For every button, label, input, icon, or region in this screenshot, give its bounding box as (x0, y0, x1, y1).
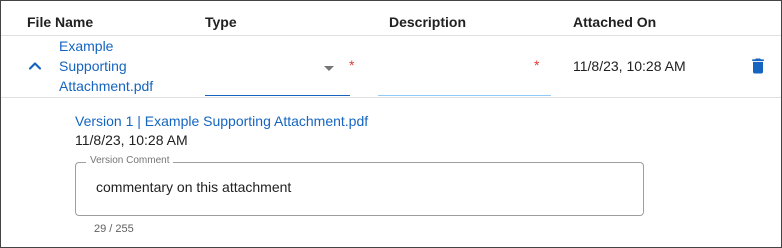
character-counter: 29 / 255 (94, 223, 134, 235)
header-type: Type (205, 14, 237, 30)
description-input[interactable] (378, 41, 551, 96)
chevron-up-icon[interactable] (25, 56, 45, 76)
trash-icon[interactable] (748, 56, 768, 76)
version-comment-label: Version Comment (86, 155, 174, 166)
row-divider (1, 97, 781, 98)
type-required-marker: * (349, 57, 355, 73)
dropdown-arrow-icon (324, 66, 334, 71)
header-file-name: File Name (27, 14, 94, 30)
header-attached-on: Attached On (573, 14, 657, 30)
file-name-link[interactable]: Example Supporting Attachment.pdf (59, 36, 169, 96)
attachments-panel: File Name Type Description Attached On E… (0, 0, 782, 248)
version-comment-value: commentary on this attachment (96, 179, 292, 195)
header-description: Description (389, 14, 467, 30)
version-link[interactable]: Version 1 | Example Supporting Attachmen… (75, 113, 368, 129)
description-required-marker: * (534, 57, 540, 73)
attached-on-value: 11/8/23, 10:28 AM (573, 58, 686, 74)
type-select[interactable] (205, 41, 350, 96)
version-date: 11/8/23, 10:28 AM (75, 132, 188, 148)
